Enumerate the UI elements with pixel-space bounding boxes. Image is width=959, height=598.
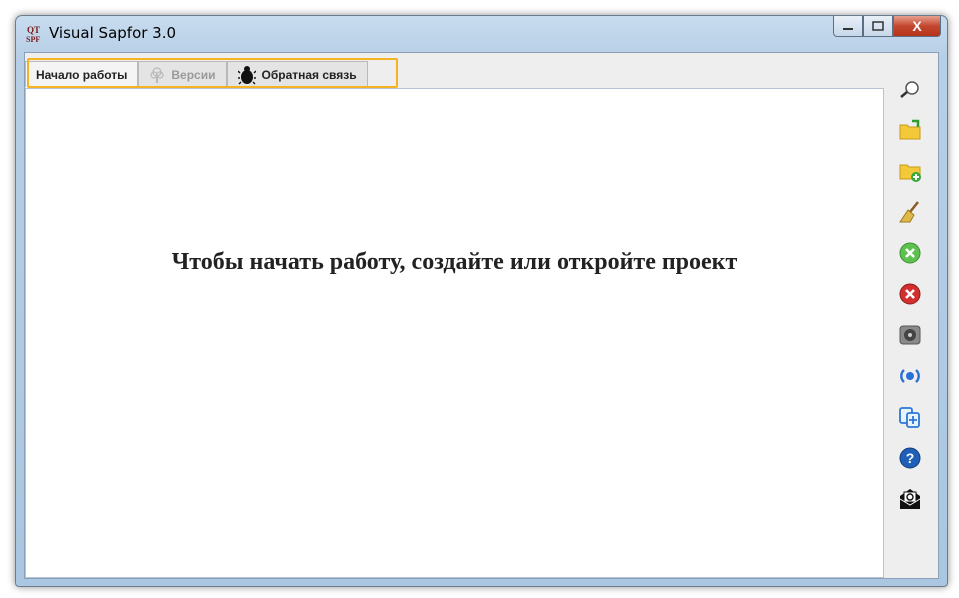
tab-versions[interactable]: Версии [138,61,227,87]
new-folder-icon [899,164,921,182]
tab-label: Версии [171,67,216,82]
empty-state-message: Чтобы начать работу, создайте или открой… [171,249,738,275]
tab-label: Обратная связь [261,67,357,82]
feedback-mail-button[interactable] [898,487,922,511]
tab-start[interactable]: Начало работы [25,61,139,87]
close-button[interactable]: X [893,16,941,37]
delete-project-button[interactable] [898,282,922,306]
broom-icon [899,201,919,223]
minimize-icon [843,28,853,30]
green-close-icon [899,242,921,264]
tab-label: Начало работы [36,67,128,82]
svg-text:?: ? [906,450,915,466]
client-area: Начало работы Версии Обратная связь Чтоб… [24,52,939,579]
open-folder-icon [899,119,921,140]
app-window: QT SPF Visual Sapfor 3.0 X Начало работы [15,15,948,587]
drive-button[interactable] [898,323,922,347]
help-icon: ? [899,447,921,469]
maximize-button[interactable] [863,16,893,37]
broadcast-icon [900,369,920,383]
tree-icon [149,66,165,83]
close-project-button[interactable] [898,241,922,265]
red-close-icon [899,283,921,305]
mail-icon [899,489,921,509]
help-button[interactable]: ? [898,446,922,470]
svg-text:SPF: SPF [26,35,40,43]
drive-icon [899,325,921,345]
broadcast-button[interactable] [898,364,922,388]
maximize-icon [872,21,884,31]
add-file-button[interactable] [898,405,922,429]
search-icon [900,81,919,98]
tab-feedback[interactable]: Обратная связь [226,61,368,87]
window-title: Visual Sapfor 3.0 [49,24,177,42]
app-logo-icon: QT SPF [26,25,44,44]
create-project-button[interactable] [898,159,922,183]
open-project-button[interactable] [898,118,922,142]
side-toolbar: ? [889,77,931,528]
svg-text:QT: QT [27,25,40,35]
tab-bar: Начало работы Версии Обратная связь [25,61,368,89]
clean-button[interactable] [898,200,922,224]
minimize-button[interactable] [833,16,863,37]
title-bar[interactable]: QT SPF Visual Sapfor 3.0 X [16,16,947,52]
search-button[interactable] [898,77,922,101]
main-panel: Чтобы начать работу, создайте или открой… [25,88,884,578]
bug-icon [237,65,256,85]
add-file-icon [899,407,920,428]
close-icon: X [912,18,922,34]
